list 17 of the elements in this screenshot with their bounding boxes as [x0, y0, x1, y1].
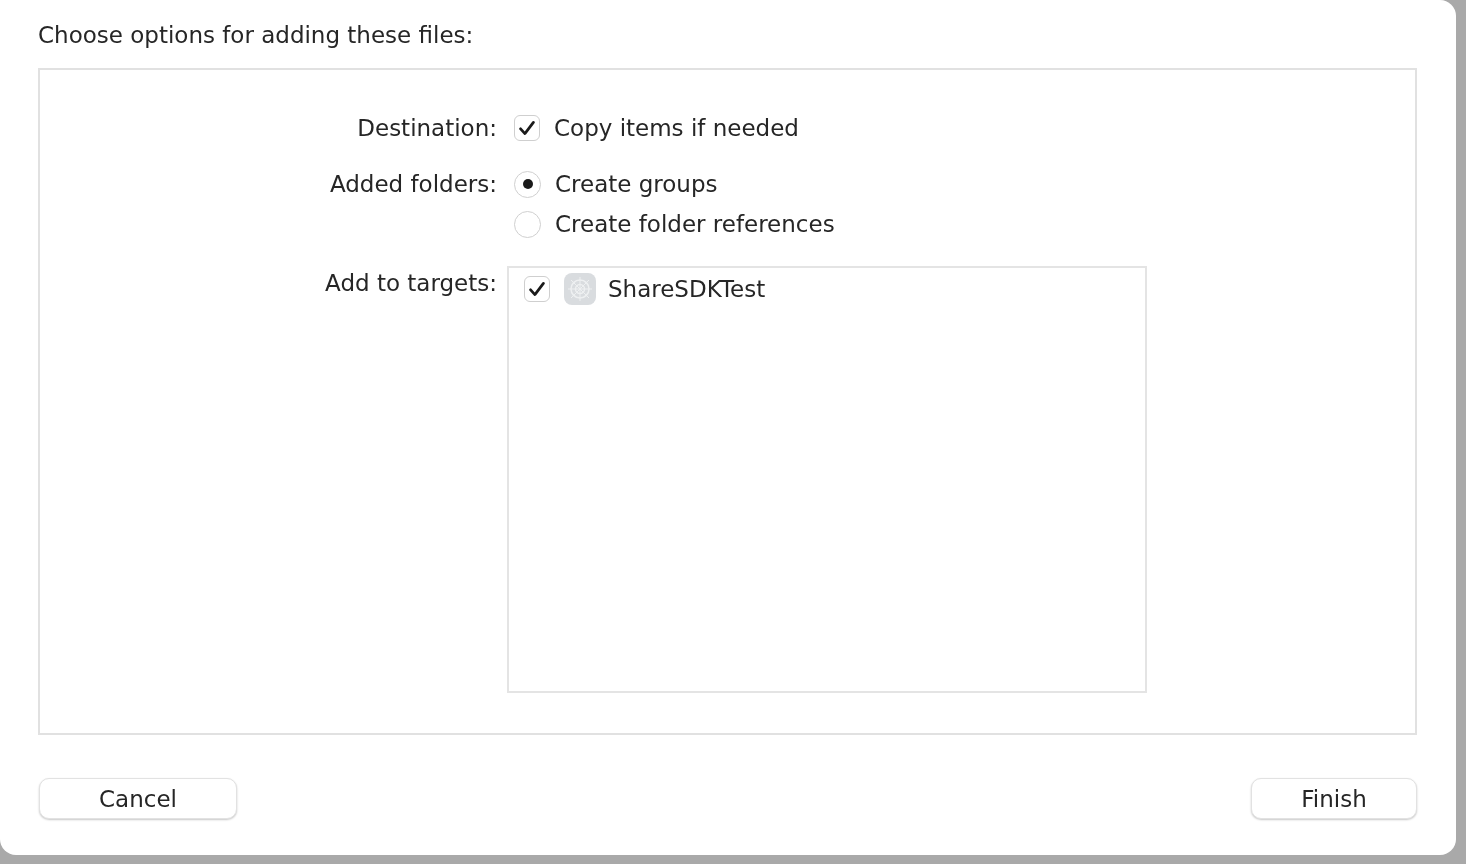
dialog-button[interactable]: Cancel: [39, 778, 237, 819]
option-label: Destination:: [356, 114, 497, 143]
radio-button[interactable]: [514, 210, 541, 238]
dialog-button[interactable]: Finish: [1251, 778, 1417, 819]
radio-label[interactable]: Create groups: [555, 169, 718, 199]
checkbox-label[interactable]: Copy items if needed: [554, 113, 799, 143]
radio-label[interactable]: Create folder references: [555, 209, 835, 239]
radio-button[interactable]: [514, 170, 541, 198]
checkbox[interactable]: [524, 276, 550, 302]
option-label: Added folders:: [328, 170, 497, 199]
checkmark-icon: [519, 120, 535, 136]
checkbox[interactable]: [514, 115, 540, 141]
dialog-title: Choose options for adding these files:: [38, 21, 475, 50]
checkmark-icon: [529, 281, 545, 297]
target-name[interactable]: ShareSDKTest: [608, 274, 766, 304]
app-icon: [564, 273, 596, 305]
targets-label: Add to targets:: [324, 269, 497, 298]
